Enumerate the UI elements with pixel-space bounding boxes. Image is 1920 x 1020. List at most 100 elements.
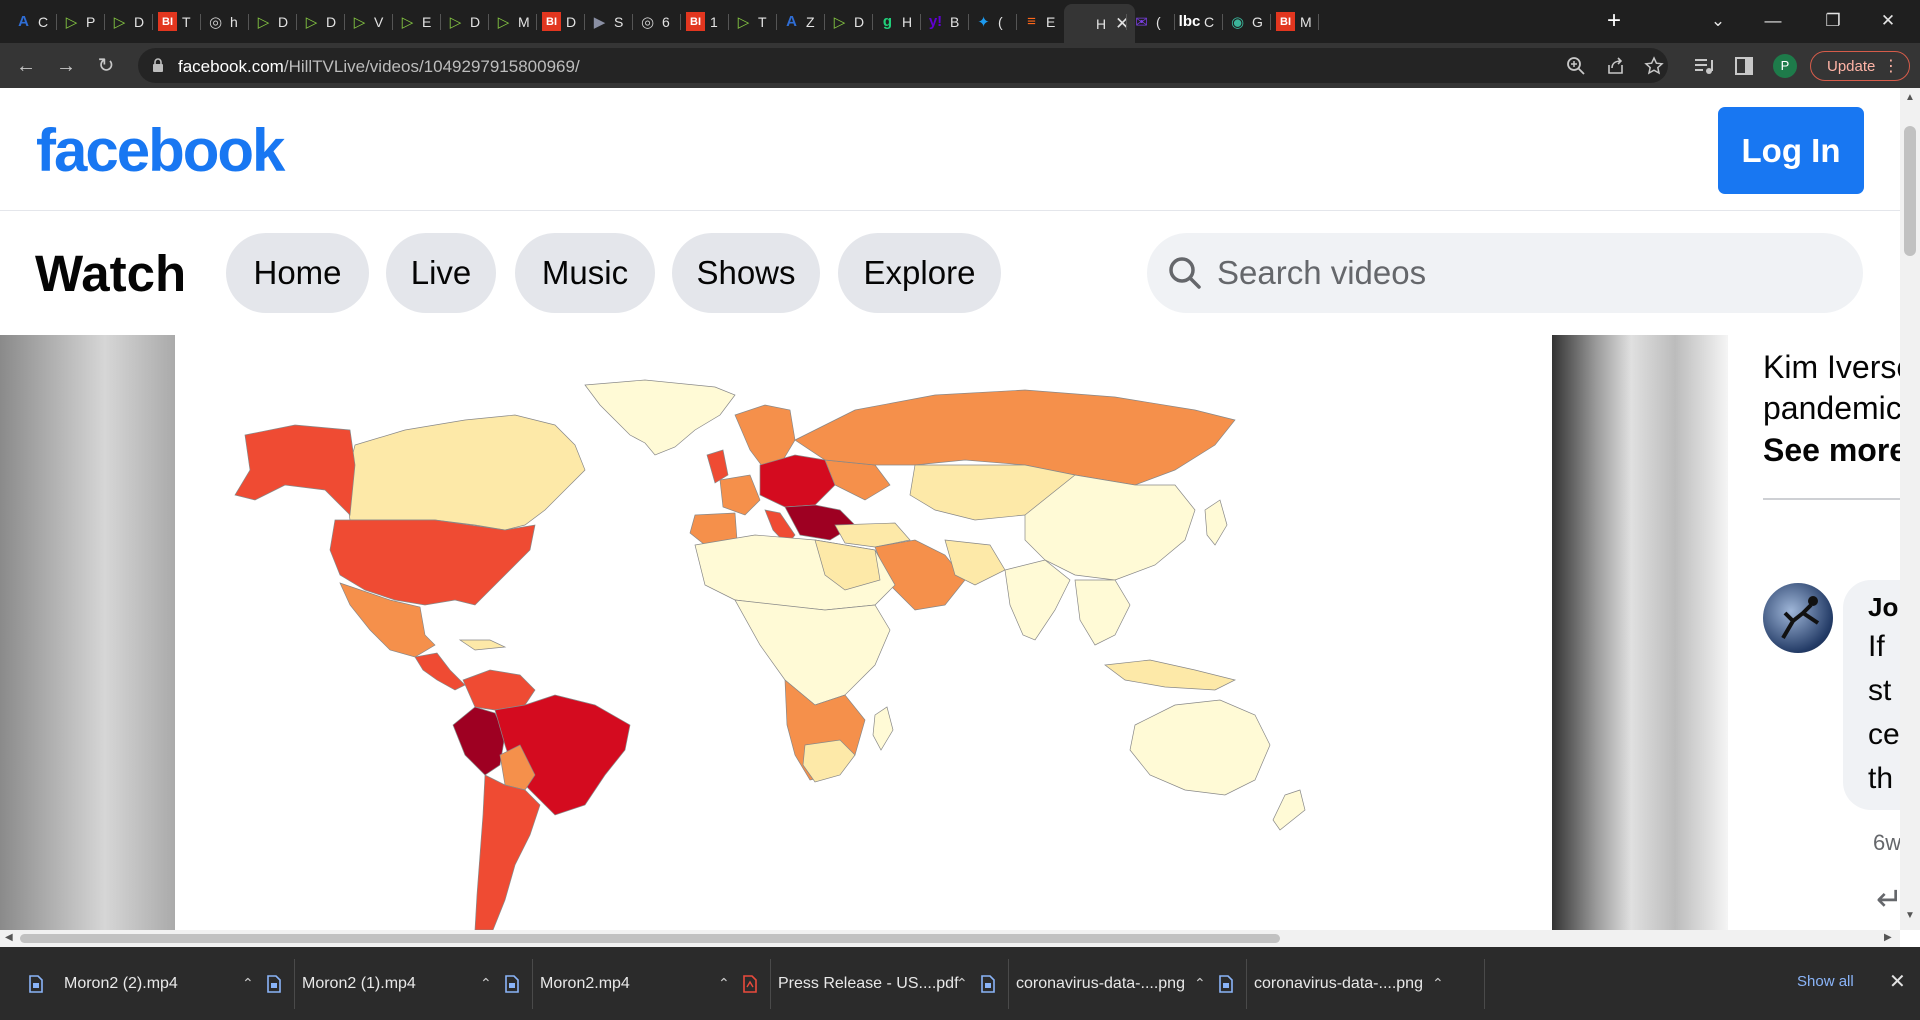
browser-tab[interactable]: ✉( <box>1132 6 1161 37</box>
browser-tab[interactable]: ▷ E <box>398 6 432 37</box>
browser-tab[interactable]: ▷ D <box>830 6 864 37</box>
browser-tab[interactable]: lbc C <box>1179 6 1214 37</box>
watch-title: Watch <box>35 245 187 302</box>
browser-tab[interactable]: AZ <box>782 6 814 37</box>
map-region-central-america <box>414 652 466 691</box>
browser-toolbar: ← → ↻ facebook.com/HillTVLive/videos/104… <box>0 43 1920 88</box>
search-input[interactable]: Search videos <box>1147 233 1863 313</box>
restore-icon[interactable]: ❐ <box>1813 8 1853 34</box>
comment-author[interactable]: Jo <box>1868 592 1898 623</box>
tab-separator <box>632 14 633 30</box>
browser-tab[interactable]: H ✕ <box>1064 4 1136 43</box>
mail-icon: ✉ <box>1135 13 1148 31</box>
address-bar[interactable]: facebook.com/HillTVLive/videos/104929791… <box>138 48 1668 83</box>
map-region-southeast-asia <box>1074 579 1131 646</box>
browser-tab[interactable]: BI M <box>1276 6 1312 37</box>
download-filename: coronavirus-data-....png <box>1254 974 1423 992</box>
tab-explore[interactable]: Explore <box>838 233 1001 313</box>
browser-tab[interactable]: BI 1 <box>686 6 718 37</box>
horizontal-scrollbar[interactable]: ◀ ▶ <box>0 930 1900 947</box>
lock-icon[interactable] <box>152 58 164 73</box>
vertical-scrollbar[interactable]: ▲ ▼ <box>1900 88 1920 930</box>
horizontal-scroll-thumb[interactable] <box>20 934 1280 943</box>
tab-home[interactable]: Home <box>226 233 369 313</box>
browser-tab[interactable]: BI T <box>158 6 191 37</box>
tab-separator <box>1270 14 1271 30</box>
business-insider-icon: BI <box>1276 12 1295 31</box>
tab-separator <box>1126 14 1127 30</box>
side-panel-icon[interactable] <box>1733 55 1755 77</box>
reply-icon[interactable]: ↵ <box>1876 880 1900 918</box>
browser-tab[interactable]: AC <box>14 6 48 37</box>
reload-icon[interactable]: ↻ <box>92 52 120 80</box>
facebook-logo[interactable]: facebook <box>36 116 285 185</box>
tab-label: ( <box>1156 13 1161 30</box>
download-item[interactable]: Moron2 (1).mp4 ⌃ <box>238 957 492 1010</box>
browser-tab[interactable]: ◎ 6 <box>638 6 670 37</box>
update-button[interactable]: Update ⋮ <box>1810 51 1910 81</box>
download-item[interactable]: Moron2.mp4 ⌃ <box>476 957 730 1010</box>
close-tab-icon[interactable]: ✕ <box>1115 14 1129 34</box>
browser-tab[interactable]: ▷ V <box>350 6 384 37</box>
browser-tab[interactable]: y! B <box>926 6 960 37</box>
tab-music[interactable]: Music <box>515 233 655 313</box>
scroll-down-icon[interactable]: ▼ <box>1905 910 1915 921</box>
minimize-icon[interactable]: — <box>1753 8 1793 34</box>
media-control-icon[interactable] <box>1693 55 1715 77</box>
browser-tab[interactable]: ▷ M <box>494 6 530 37</box>
download-item[interactable]: Press Release - US....pdf ⌃ <box>714 957 968 1010</box>
close-window-icon[interactable]: ✕ <box>1868 8 1908 34</box>
browser-tab[interactable]: ▶ S <box>590 6 624 37</box>
tab-label: H <box>1096 15 1107 32</box>
vertical-scroll-thumb[interactable] <box>1904 126 1916 256</box>
tab-separator <box>1222 14 1223 30</box>
show-all-button[interactable]: Show all <box>1797 973 1854 990</box>
download-item[interactable]: coronavirus-data-....png ⌃ <box>952 957 1206 1010</box>
close-download-bar-icon[interactable]: ✕ <box>1889 969 1906 994</box>
zoom-icon[interactable] <box>1566 56 1586 76</box>
forward-icon[interactable]: → <box>52 52 80 80</box>
tab-label: D <box>326 13 337 30</box>
world-map-chart <box>234 379 1306 930</box>
browser-tab[interactable]: ▷ D <box>446 6 480 37</box>
tab-separator <box>344 14 345 30</box>
chevron-up-icon[interactable]: ⌃ <box>1432 975 1444 992</box>
commenter-avatar[interactable] <box>1763 583 1833 653</box>
browser-tab[interactable]: ▷ D <box>110 6 144 37</box>
browser-tab[interactable]: ✦( <box>974 6 1002 37</box>
document-file-icon <box>1219 974 1233 993</box>
bookmark-star-icon[interactable] <box>1644 56 1664 76</box>
browser-tab[interactable]: ◉ G <box>1228 6 1263 37</box>
browser-tab[interactable]: ▷ D <box>302 6 336 37</box>
back-icon[interactable]: ← <box>12 52 40 80</box>
browser-tab[interactable]: ▷ T <box>734 6 767 37</box>
browser-tab[interactable]: ▷ D <box>254 6 288 37</box>
browser-tab[interactable]: ◎ h <box>206 6 238 37</box>
tab-label: D <box>854 13 865 30</box>
tab-label: 1 <box>710 13 718 30</box>
tab-label: B <box>950 13 960 30</box>
profile-avatar[interactable]: P <box>1773 54 1797 78</box>
browser-tab[interactable]: ▷ P <box>62 6 96 37</box>
scroll-up-icon[interactable]: ▲ <box>1905 92 1915 103</box>
scroll-right-icon[interactable]: ▶ <box>1884 932 1892 943</box>
share-icon[interactable] <box>1606 56 1626 76</box>
login-button[interactable]: Log In <box>1718 107 1864 194</box>
green-globe-icon: ◉ <box>1230 13 1245 31</box>
browser-tab[interactable]: ≡ E <box>1022 6 1055 37</box>
tab-live[interactable]: Live <box>386 233 496 313</box>
see-more-link[interactable]: See more <box>1763 432 1900 469</box>
document-file-icon <box>981 974 995 993</box>
download-filename: Press Release - US....pdf <box>778 974 959 992</box>
browser-tab[interactable]: gH <box>878 6 912 37</box>
browser-tab[interactable]: BI D <box>542 6 576 37</box>
tab-shows[interactable]: Shows <box>672 233 820 313</box>
download-item[interactable]: coronavirus-data-....png ⌃ <box>1190 957 1444 1010</box>
menu-dots-icon[interactable]: ⋮ <box>1883 52 1899 82</box>
new-tab-button[interactable]: + <box>1600 8 1628 36</box>
scroll-left-icon[interactable]: ◀ <box>5 932 13 943</box>
tab-search-icon[interactable]: ⌄ <box>1698 8 1738 34</box>
download-item[interactable]: Moron2 (2).mp4 ⌃ <box>0 957 254 1010</box>
comment-text-line: th <box>1868 762 1894 795</box>
video-player[interactable] <box>175 335 1552 930</box>
